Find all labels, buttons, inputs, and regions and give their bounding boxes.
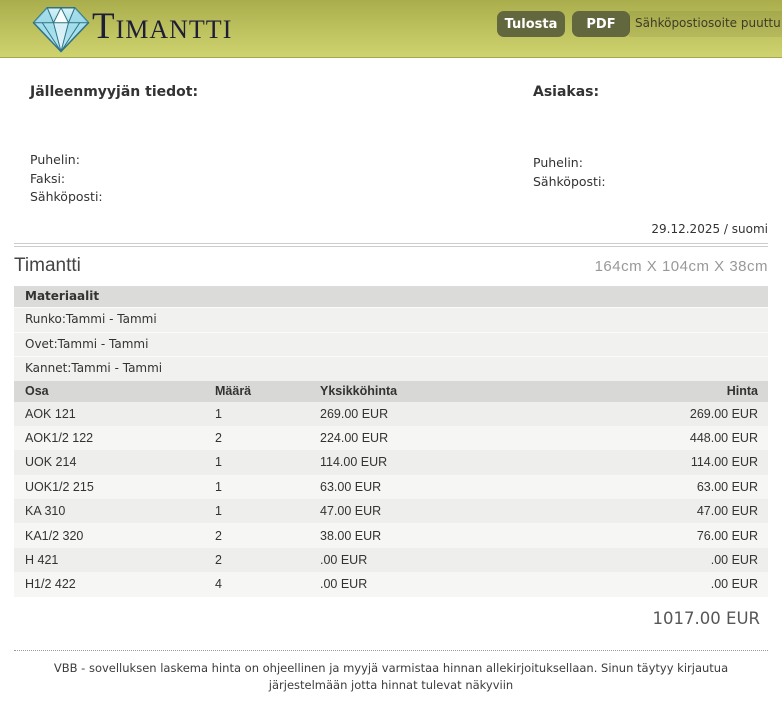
column-header: Osa xyxy=(25,384,215,398)
table-cell: 448.00 EUR xyxy=(608,431,758,445)
table-cell: UOK1/2 215 xyxy=(25,480,215,494)
table-cell: 2 xyxy=(215,553,320,567)
disclaimer-text: VBB - sovelluksen laskema hinta on ohjee… xyxy=(35,660,747,695)
parts-table-header: OsaMääräYksikköhintaHinta xyxy=(14,381,768,402)
materials-header: Materiaalit xyxy=(14,286,768,307)
dealer-phone-label: Puhelin: xyxy=(30,151,103,170)
table-cell: 269.00 EUR xyxy=(320,407,608,421)
column-header: Hinta xyxy=(608,384,758,398)
header: Timantti Tulosta PDF Sähköpostiosoite pu… xyxy=(0,0,782,58)
customer-section-title: Asiakas: xyxy=(533,84,599,100)
table-cell: KA 310 xyxy=(25,504,215,518)
table-cell: 1 xyxy=(215,455,320,469)
dealer-section-title: Jälleenmyyjän tiedot: xyxy=(30,84,198,100)
table-cell: .00 EUR xyxy=(608,553,758,567)
table-row: H 4212.00 EUR.00 EUR xyxy=(14,548,768,572)
table-cell: .00 EUR xyxy=(608,577,758,591)
column-header: Yksikköhinta xyxy=(320,384,608,398)
material-row: Runko:Tammi - Tammi xyxy=(14,307,768,332)
table-cell: 1 xyxy=(215,504,320,518)
table-cell: 269.00 EUR xyxy=(608,407,758,421)
column-header: Määrä xyxy=(215,384,320,398)
diamond-icon xyxy=(27,4,95,54)
materials-table-body: Runko:Tammi - TammiOvet:Tammi - TammiKan… xyxy=(14,307,768,381)
material-row: Kannet:Tammi - Tammi xyxy=(14,356,768,381)
dealer-fax-label: Faksi: xyxy=(30,170,103,189)
table-row: H1/2 4224.00 EUR.00 EUR xyxy=(14,572,768,596)
product-dimensions: 164cm X 104cm X 38cm xyxy=(595,258,768,275)
table-row: KA 310147.00 EUR47.00 EUR xyxy=(14,499,768,523)
table-row: KA1/2 320238.00 EUR76.00 EUR xyxy=(14,523,768,547)
table-cell: .00 EUR xyxy=(320,577,608,591)
table-cell: .00 EUR xyxy=(320,553,608,567)
table-row: AOK 1211269.00 EUR269.00 EUR xyxy=(14,402,768,426)
total-price: 1017.00 EUR xyxy=(14,609,768,628)
table-cell: H 421 xyxy=(25,553,215,567)
email-missing-status: Sähköpostiosoite puuttu xyxy=(629,11,782,37)
parts-table-body: AOK 1211269.00 EUR269.00 EURAOK1/2 12222… xyxy=(14,402,768,597)
table-cell: AOK 121 xyxy=(25,407,215,421)
table-cell: AOK1/2 122 xyxy=(25,431,215,445)
date-locale: 29.12.2025 / suomi xyxy=(651,222,768,236)
dotted-divider xyxy=(14,650,768,651)
table-cell: 47.00 EUR xyxy=(320,504,608,518)
tables-area: Materiaalit Runko:Tammi - TammiOvet:Tamm… xyxy=(14,286,768,695)
dealer-contact-labels: Puhelin: Faksi: Sähköposti: xyxy=(30,151,103,207)
customer-phone-label: Puhelin: xyxy=(533,154,606,173)
table-row: UOK1/2 215163.00 EUR63.00 EUR xyxy=(14,475,768,499)
brand-wordmark: Timantti xyxy=(92,5,232,48)
table-row: UOK 2141114.00 EUR114.00 EUR xyxy=(14,450,768,474)
product-name: Timantti xyxy=(14,255,81,277)
table-cell: 114.00 EUR xyxy=(608,455,758,469)
table-cell: KA1/2 320 xyxy=(25,529,215,543)
table-cell: UOK 214 xyxy=(25,455,215,469)
customer-email-label: Sähköposti: xyxy=(533,173,606,192)
table-cell: 38.00 EUR xyxy=(320,529,608,543)
material-row: Ovet:Tammi - Tammi xyxy=(14,332,768,357)
customer-contact-labels: Puhelin: Sähköposti: xyxy=(533,154,606,191)
table-cell: 4 xyxy=(215,577,320,591)
table-cell: 1 xyxy=(215,480,320,494)
dealer-email-label: Sähköposti: xyxy=(30,188,103,207)
table-cell: 47.00 EUR xyxy=(608,504,758,518)
section-divider xyxy=(14,243,768,247)
pdf-button[interactable]: PDF xyxy=(572,11,630,37)
table-cell: 2 xyxy=(215,431,320,445)
table-cell: 1 xyxy=(215,407,320,421)
table-cell: 63.00 EUR xyxy=(320,480,608,494)
print-button[interactable]: Tulosta xyxy=(497,11,565,37)
table-cell: 114.00 EUR xyxy=(320,455,608,469)
table-cell: 76.00 EUR xyxy=(608,529,758,543)
table-cell: 2 xyxy=(215,529,320,543)
product-header-row: Timantti 164cm X 104cm X 38cm xyxy=(14,252,768,280)
table-cell: 63.00 EUR xyxy=(608,480,758,494)
table-cell: H1/2 422 xyxy=(25,577,215,591)
table-cell: 224.00 EUR xyxy=(320,431,608,445)
quote-page: Timantti Tulosta PDF Sähköpostiosoite pu… xyxy=(0,0,782,702)
table-row: AOK1/2 1222224.00 EUR448.00 EUR xyxy=(14,426,768,450)
